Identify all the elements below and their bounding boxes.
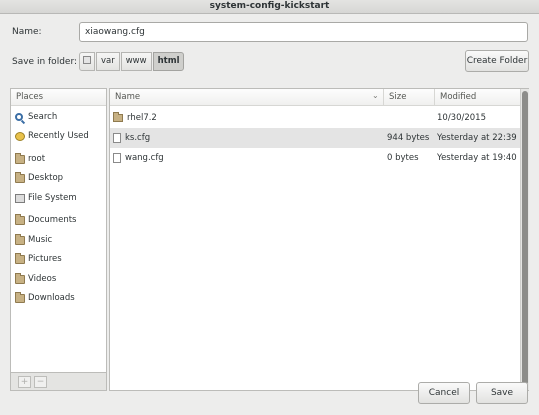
file-icon	[113, 133, 121, 143]
save-button[interactable]: Save	[476, 382, 528, 404]
file-name-cell: ks.cfg	[113, 128, 150, 148]
file-modified: 10/30/2015	[437, 113, 486, 123]
save-in-label: Save in folder:	[12, 57, 78, 67]
places-header: Places	[11, 89, 106, 106]
sidebar-item-search[interactable]: Search	[15, 109, 107, 125]
sidebar-item-label: Videos	[28, 274, 57, 284]
file-modified: Yesterday at 19:40	[437, 153, 517, 163]
sidebar-item-label: File System	[28, 193, 77, 203]
sidebar-item-recently-used[interactable]: Recently Used	[15, 128, 107, 144]
sidebar-item-label: Music	[28, 235, 53, 245]
folder-icon	[15, 272, 25, 284]
sidebar-item-label: root	[28, 154, 46, 164]
remove-bookmark-button[interactable]: −	[34, 376, 47, 388]
chevron-down-icon: ⌄	[372, 91, 379, 100]
sidebar-item-label: Downloads	[28, 293, 75, 303]
file-list-header: Name ⌄ Size Modified	[110, 89, 520, 106]
file-list: Name ⌄ Size Modified rhel7.2 10/30/2015 …	[109, 88, 529, 391]
name-label: Name:	[12, 27, 42, 37]
sidebar-item-label: Documents	[28, 215, 77, 225]
file-name-cell: wang.cfg	[113, 148, 164, 168]
path-bar: var www html	[79, 52, 185, 71]
file-row[interactable]: ks.cfg 944 bytes Yesterday at 22:39	[110, 128, 520, 148]
sidebar-item-music[interactable]: Music	[15, 232, 107, 248]
path-root-button[interactable]	[79, 52, 95, 71]
sidebar-item-downloads[interactable]: Downloads	[15, 290, 107, 306]
file-size: 0 bytes	[387, 153, 419, 163]
column-header-size[interactable]: Size	[383, 89, 434, 105]
clock-icon	[15, 131, 25, 141]
file-row[interactable]: rhel7.2 10/30/2015	[110, 108, 520, 128]
cancel-button[interactable]: Cancel	[418, 382, 470, 404]
create-folder-button[interactable]: Create Folder	[465, 50, 529, 72]
folder-icon	[15, 213, 25, 225]
sidebar-item-documents[interactable]: Documents	[15, 212, 107, 228]
sidebar-item-file-system[interactable]: File System	[15, 190, 107, 206]
sidebar-item-label: Desktop	[28, 173, 64, 183]
folder-icon	[113, 112, 123, 122]
file-name: ks.cfg	[125, 133, 151, 143]
file-list-scrollbar[interactable]	[520, 89, 529, 390]
filename-input[interactable]	[79, 22, 528, 42]
sidebar-item-label: Pictures	[28, 254, 62, 264]
sidebar-item-label: Search	[28, 112, 58, 122]
file-size: 944 bytes	[387, 133, 430, 143]
places-toolbar: + −	[10, 373, 107, 391]
folder-icon	[15, 252, 25, 264]
file-row[interactable]: wang.cfg 0 bytes Yesterday at 19:40	[110, 148, 520, 168]
folder-icon	[15, 152, 25, 164]
window-titlebar: system-config-kickstart	[0, 0, 539, 14]
file-name-cell: rhel7.2	[113, 108, 157, 128]
scrollbar-thumb[interactable]	[522, 91, 528, 385]
path-button-var[interactable]: var	[96, 52, 120, 71]
sidebar-item-label: Recently Used	[28, 131, 89, 141]
save-dialog: Name: Save in folder: var www html Creat…	[0, 14, 539, 415]
sidebar-item-videos[interactable]: Videos	[15, 271, 107, 287]
file-name: wang.cfg	[125, 153, 164, 163]
add-bookmark-button[interactable]: +	[18, 376, 31, 388]
file-modified: Yesterday at 22:39	[437, 133, 517, 143]
path-button-www[interactable]: www	[120, 52, 152, 71]
folder-icon	[15, 233, 25, 245]
sidebar-item-desktop[interactable]: Desktop	[15, 170, 107, 186]
column-header-name[interactable]: Name	[110, 89, 383, 105]
column-header-modified[interactable]: Modified	[434, 89, 520, 105]
drive-icon	[83, 56, 91, 64]
folder-icon	[15, 291, 25, 303]
sidebar-item-pictures[interactable]: Pictures	[15, 251, 107, 267]
file-icon	[113, 153, 121, 163]
file-name: rhel7.2	[127, 113, 157, 123]
path-button-html[interactable]: html	[152, 52, 185, 71]
search-icon	[15, 113, 23, 121]
window-title: system-config-kickstart	[209, 1, 330, 11]
drive-icon	[15, 193, 25, 203]
sidebar-item-root[interactable]: root	[15, 151, 107, 167]
folder-icon	[15, 171, 25, 183]
places-panel: Places Search Recently Used root Desktop…	[10, 88, 107, 373]
